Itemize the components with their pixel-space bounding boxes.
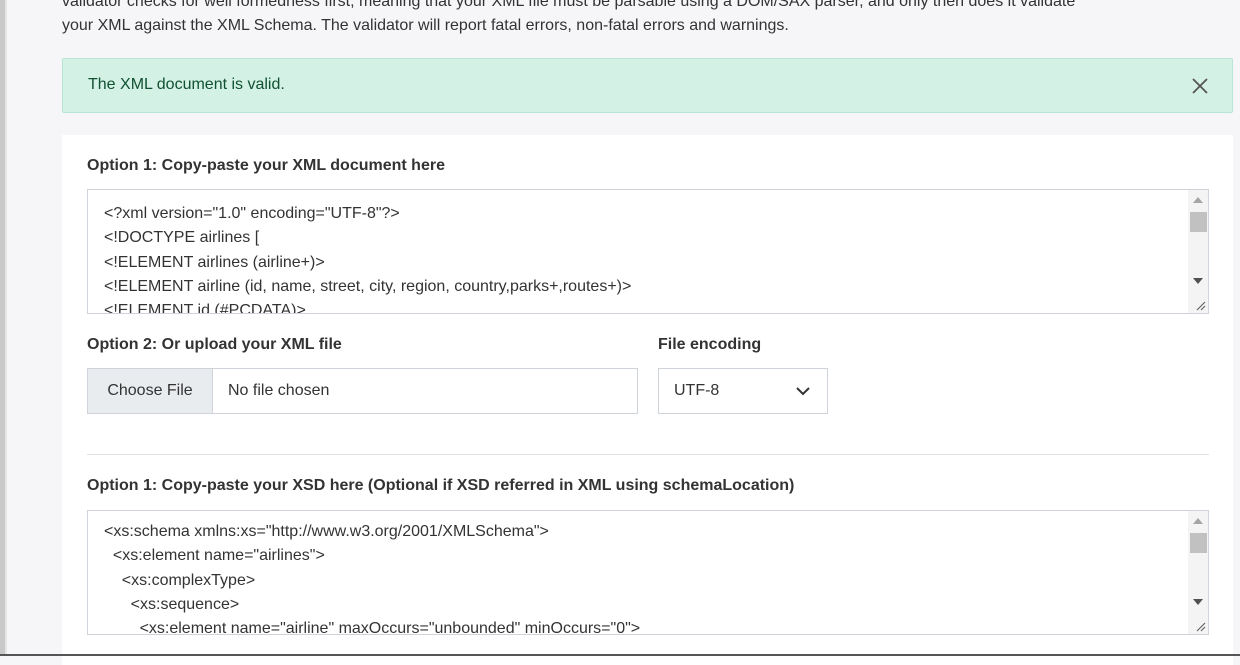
file-encoding-select[interactable]: UTF-8 [658,368,828,414]
intro-line-1: validator checks for well formedness fir… [62,0,1076,10]
resize-grip-icon[interactable] [1194,620,1206,632]
alert-message: The XML document is valid. [88,76,285,93]
intro-text: validator checks for well formedness fir… [62,0,1232,38]
xsd-input-label: Option 1: Copy-paste your XSD here (Opti… [87,477,795,494]
scroll-up-arrow-icon[interactable] [1193,197,1203,203]
success-alert: The XML document is valid. [62,58,1233,113]
scroll-down-arrow-icon[interactable] [1193,599,1203,605]
xsd-textarea[interactable]: <xs:schema xmlns:xs="http://www.w3.org/2… [87,510,1209,635]
scrollbar-thumb[interactable] [1190,533,1207,553]
validator-form-card: Option 1: Copy-paste your XML document h… [62,135,1233,665]
section-divider [87,454,1209,455]
upload-label: Option 2: Or upload your XML file [87,336,342,353]
scroll-up-arrow-icon[interactable] [1193,518,1203,524]
xml-textarea[interactable]: <?xml version="1.0" encoding="UTF-8"?> <… [87,189,1209,314]
xml-textarea-content[interactable]: <?xml version="1.0" encoding="UTF-8"?> <… [104,202,631,313]
xml-file-upload[interactable]: Choose File No file chosen [87,368,638,414]
close-icon-svg [1192,78,1208,94]
file-status-text: No file chosen [228,382,330,399]
xsd-textarea-content[interactable]: <xs:schema xmlns:xs="http://www.w3.org/2… [104,520,640,634]
chevron-down-icon [796,387,810,396]
xsd-textarea-scrollbar[interactable] [1188,511,1208,634]
resize-grip-icon[interactable] [1194,299,1206,311]
xml-textarea-scrollbar[interactable] [1188,190,1208,313]
left-edge-line [5,0,7,656]
scrollbar-thumb[interactable] [1190,212,1207,232]
close-icon[interactable] [1190,76,1210,96]
encoding-label: File encoding [658,336,762,353]
encoding-selected-value: UTF-8 [674,382,720,399]
intro-line-2: your XML against the XML Schema. The val… [62,17,789,34]
choose-file-button[interactable]: Choose File [88,369,213,413]
xml-input-label: Option 1: Copy-paste your XML document h… [87,157,445,174]
scroll-down-arrow-icon[interactable] [1193,278,1203,284]
